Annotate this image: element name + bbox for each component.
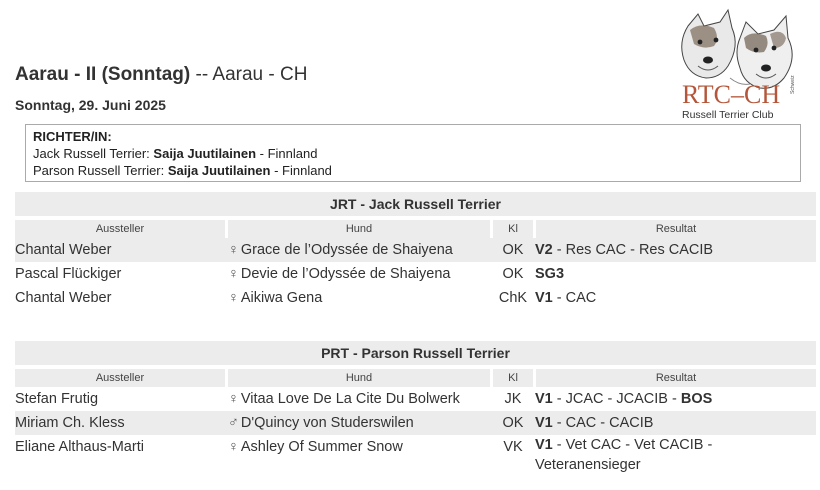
class: JK: [504, 391, 522, 407]
table-row: Stefan Frutig ♀ Vitaa Love De La Cite Du …: [15, 387, 816, 411]
result-grade: V1: [535, 437, 553, 453]
table-row: Eliane Althaus-Marti ♀ Ashley Of Summer S…: [15, 435, 816, 475]
dog: ♀ Ashley Of Summer Snow: [228, 435, 403, 459]
dog: ♀ Grace de l’Odyssée de Shaiyena: [228, 238, 453, 262]
result: V1 - CAC - CACIB: [535, 411, 653, 435]
exhibitor: Pascal Flückiger: [15, 266, 122, 282]
judges-heading: RICHTER/IN:: [33, 129, 112, 144]
club-logo: RTC–CH Russell Terrier Club Schweiz: [670, 8, 810, 121]
result: V2 - Res CAC - Res CACIB: [535, 238, 713, 262]
dog-name: Ashley Of Summer Snow: [240, 439, 403, 455]
col-result: Resultat: [536, 220, 816, 238]
dog-name: Grace de l’Odyssée de Shaiyena: [240, 242, 453, 258]
event-title: Aarau - II (Sonntag) -- Aarau - CH: [15, 64, 307, 86]
col-class: Kl: [493, 369, 533, 387]
judge-country: - Finnland: [256, 146, 318, 161]
section-title: JRT - Jack Russell Terrier: [15, 192, 816, 216]
column-headers: Aussteller Hund Kl Resultat: [15, 220, 816, 238]
judge-line: Parson Russell Terrier: Saija Juutilaine…: [33, 162, 793, 179]
exhibitor: Chantal Weber: [15, 290, 112, 306]
dog: ♂ D'Quincy von Studerswilen: [228, 411, 414, 435]
judge-name: Saija Juutilainen: [153, 146, 257, 161]
class: VK: [503, 439, 523, 455]
female-icon: ♀: [228, 266, 239, 282]
result-award: BOS: [680, 391, 713, 407]
result-titles: - JCAC - JCACIB -: [552, 391, 681, 407]
result-grade: V1: [535, 290, 553, 306]
result-grade: V2: [535, 242, 553, 258]
exhibitor: Miriam Ch. Kless: [15, 415, 125, 431]
result-titles: - Vet CAC - Vet CACIB - Veteranensieger: [535, 437, 713, 473]
judge-country: - Finnland: [270, 163, 332, 178]
exhibitor: Stefan Frutig: [15, 391, 99, 407]
logo-subtitle: Russell Terrier Club: [682, 109, 774, 121]
table-row: Miriam Ch. Kless ♂ D'Quincy von Studerswi…: [15, 411, 816, 435]
col-result: Resultat: [536, 369, 816, 387]
judge-breed: Parson Russell Terrier:: [33, 163, 165, 178]
dog-name: D'Quincy von Studerswilen: [240, 415, 414, 431]
event-title-bold: Aarau - II (Sonntag): [15, 64, 191, 85]
result-grade: V1: [535, 391, 553, 407]
logo-country: Schweiz: [790, 75, 796, 94]
result: V1 - CAC: [535, 286, 596, 310]
class: OK: [502, 242, 524, 258]
col-exhibitor: Aussteller: [15, 220, 225, 238]
exhibitor: Eliane Althaus-Marti: [15, 439, 144, 455]
column-headers: Aussteller Hund Kl Resultat: [15, 369, 816, 387]
col-exhibitor: Aussteller: [15, 369, 225, 387]
logo-name: RTC–CH: [682, 80, 781, 109]
result-titles: - CAC: [552, 290, 597, 306]
dog: ♀ Aikiwa Gena: [228, 286, 322, 310]
class: OK: [502, 266, 524, 282]
table-row: Pascal Flückiger ♀ Devie de l’Odyssée de …: [15, 262, 816, 286]
result-titles: - CAC - CACIB: [552, 415, 654, 431]
table-row: Chantal Weber ♀ Grace de l’Odyssée de Sha…: [15, 238, 816, 262]
dog-name: Aikiwa Gena: [240, 290, 323, 306]
col-dog: Hund: [228, 220, 490, 238]
class: ChK: [498, 290, 528, 306]
result-grade: V1: [535, 415, 553, 431]
female-icon: ♀: [228, 290, 239, 306]
col-class: Kl: [493, 220, 533, 238]
exhibitor: Chantal Weber: [15, 242, 112, 258]
col-dog: Hund: [228, 369, 490, 387]
result: SG3: [535, 262, 564, 286]
section-jrt: JRT - Jack Russell Terrier Aussteller Hu…: [15, 192, 816, 310]
class: OK: [502, 415, 524, 431]
result: V1 - JCAC - JCACIB - BOS: [535, 387, 712, 411]
dog-name: Devie de l’Odyssée de Shaiyena: [240, 266, 451, 282]
event-date: Sonntag, 29. Juni 2025: [15, 97, 166, 113]
female-icon: ♀: [228, 391, 239, 407]
female-icon: ♀: [228, 439, 239, 455]
judge-breed: Jack Russell Terrier:: [33, 146, 150, 161]
judge-name: Saija Juutilainen: [167, 163, 271, 178]
male-icon: ♂: [228, 415, 239, 431]
result: V1 - Vet CAC - Vet CACIB - Veteranensieg…: [535, 435, 735, 475]
result-titles: - Res CAC - Res CACIB: [552, 242, 714, 258]
female-icon: ♀: [228, 242, 239, 258]
dog: ♀ Devie de l’Odyssée de Shaiyena: [228, 262, 450, 286]
result-grade: SG3: [535, 266, 565, 282]
table-row: Chantal Weber ♀ Aikiwa Gena ChK V1 - CAC: [15, 286, 816, 310]
dog-name: Vitaa Love De La Cite Du Bolwerk: [240, 391, 460, 407]
section-prt: PRT - Parson Russell Terrier Aussteller …: [15, 341, 816, 475]
section-title: PRT - Parson Russell Terrier: [15, 341, 816, 365]
event-title-location: -- Aarau - CH: [190, 64, 308, 85]
judge-line: Jack Russell Terrier: Saija Juutilainen …: [33, 145, 793, 162]
judges-box: RICHTER/IN: Jack Russell Terrier: Saija …: [25, 124, 801, 182]
dog: ♀ Vitaa Love De La Cite Du Bolwerk: [228, 387, 460, 411]
